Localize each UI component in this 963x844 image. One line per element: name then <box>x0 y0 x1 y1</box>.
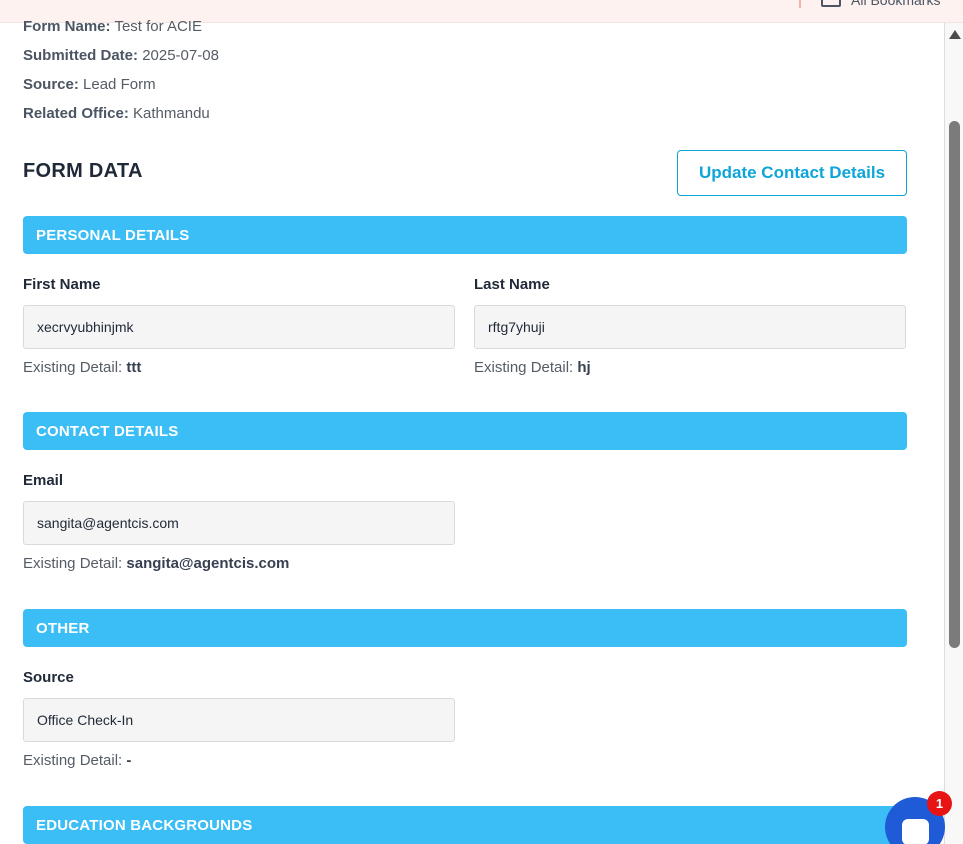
email-label: Email <box>23 472 64 489</box>
vertical-scrollbar[interactable] <box>944 23 963 844</box>
all-bookmarks-link[interactable]: All Bookmarks <box>851 0 940 8</box>
section-personal-details: PERSONAL DETAILS <box>23 216 907 254</box>
chat-bubble-icon <box>902 819 929 844</box>
existing-value: sangita@agentcis.com <box>126 555 290 572</box>
chat-notification-badge: 1 <box>927 791 952 816</box>
meta-related-office: Related Office: Kathmandu <box>23 105 210 122</box>
meta-value: Kathmandu <box>133 105 210 122</box>
existing-label: Existing Detail: <box>23 359 123 376</box>
topbar-divider <box>799 0 801 8</box>
last-name-existing: Existing Detail: hj <box>474 359 906 376</box>
meta-label: Related Office: <box>23 105 129 122</box>
form-data-heading: FORM DATA <box>23 160 143 182</box>
existing-value: hj <box>577 359 591 376</box>
section-education-backgrounds: EDUCATION BACKGROUNDS <box>23 806 907 844</box>
existing-value: ttt <box>126 359 142 376</box>
source-input[interactable] <box>23 698 455 742</box>
meta-form-name: Form Name: Test for ACIE <box>23 18 202 35</box>
first-name-existing: Existing Detail: ttt <box>23 359 455 376</box>
last-name-input[interactable] <box>474 305 906 349</box>
meta-value: Test for ACIE <box>114 18 202 35</box>
update-contact-details-button[interactable]: Update Contact Details <box>677 150 907 196</box>
meta-label: Source: <box>23 76 79 93</box>
email-field: Email Existing Detail: sangita@agentcis.… <box>23 472 455 572</box>
bookmarks-folder-icon[interactable] <box>821 0 841 7</box>
source-label: Source <box>23 669 74 686</box>
meta-label: Submitted Date: <box>23 47 139 64</box>
section-contact-details: CONTACT DETAILS <box>23 412 907 450</box>
source-field: Source Existing Detail: - <box>23 669 455 769</box>
first-name-label: First Name <box>23 276 101 293</box>
existing-label: Existing Detail: <box>23 752 123 769</box>
meta-source: Source: Lead Form <box>23 76 156 93</box>
first-name-input[interactable] <box>23 305 455 349</box>
section-other: OTHER <box>23 609 907 647</box>
meta-value: Lead Form <box>83 76 156 93</box>
existing-value: - <box>126 752 132 769</box>
source-existing: Existing Detail: - <box>23 752 455 769</box>
email-input[interactable] <box>23 501 455 545</box>
last-name-label: Last Name <box>474 276 550 293</box>
meta-submitted-date: Submitted Date: 2025-07-08 <box>23 47 219 64</box>
email-existing: Existing Detail: sangita@agentcis.com <box>23 555 455 572</box>
first-name-field: First Name Existing Detail: ttt <box>23 276 455 376</box>
existing-label: Existing Detail: <box>474 359 574 376</box>
existing-label: Existing Detail: <box>23 555 123 572</box>
meta-label: Form Name: <box>23 18 111 35</box>
meta-value: 2025-07-08 <box>142 47 219 64</box>
scrollbar-thumb[interactable] <box>949 121 960 648</box>
scroll-up-arrow-icon[interactable] <box>949 30 961 39</box>
last-name-field: Last Name Existing Detail: hj <box>474 276 906 376</box>
